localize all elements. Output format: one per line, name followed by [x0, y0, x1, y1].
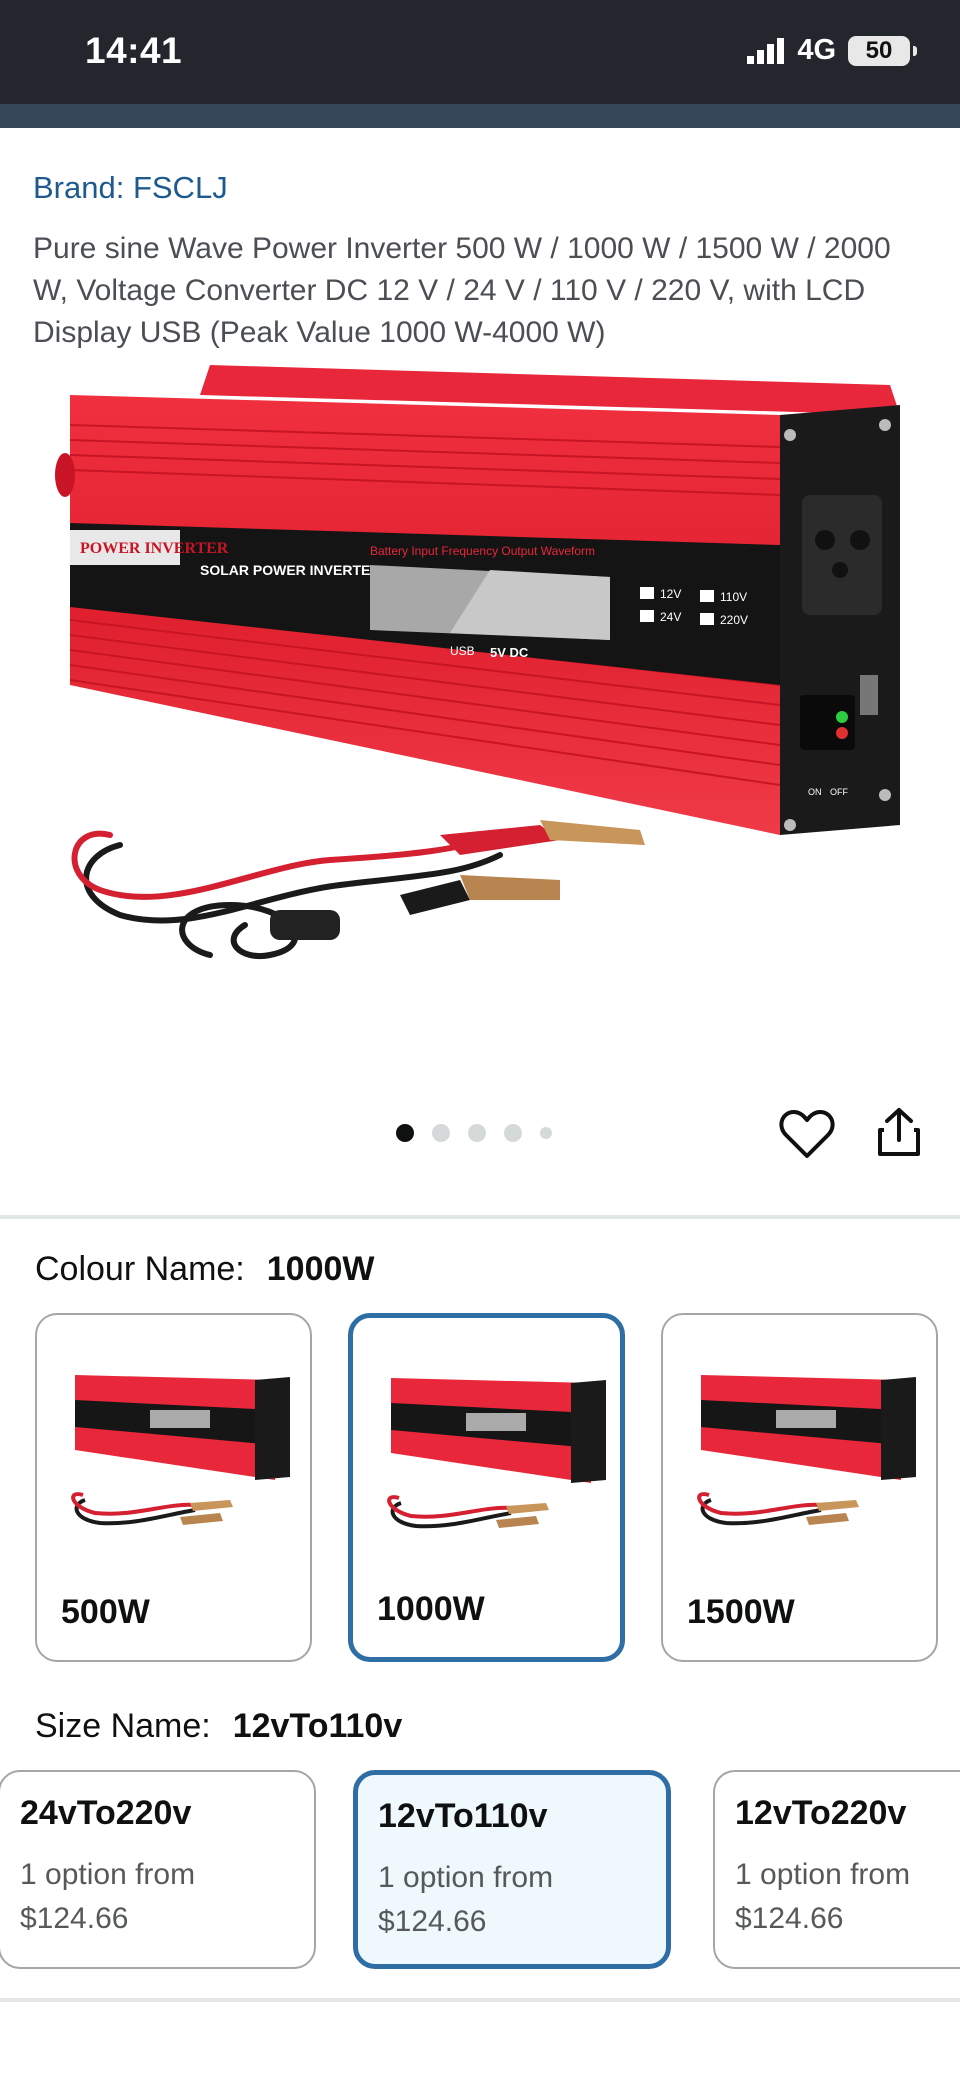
size-option-availability: 1 option from [20, 1858, 196, 1891]
gallery-dot[interactable] [540, 1127, 552, 1139]
gallery-dot[interactable] [432, 1124, 450, 1142]
size-option-name: 24vTo220v [20, 1794, 192, 1832]
size-option-availability: 1 option from [735, 1858, 911, 1891]
colour-name-value: 1000W [266, 1250, 375, 1288]
battery-level: 50 [865, 36, 893, 64]
status-time: 14:41 [85, 30, 183, 71]
on-text: ON [808, 787, 822, 797]
product-image[interactable]: POWER INVERTER SOLAR POWER INVERTER Batt… [40, 355, 920, 1035]
size-name-label: Size Name: [35, 1707, 211, 1745]
size-option-12vto220v[interactable]: 12vTo220v 1 option from $124.66 [713, 1770, 960, 1969]
size-name-value: 12vTo110v [232, 1707, 403, 1745]
status-indicators: 4G 50 [745, 34, 917, 67]
gallery-dot[interactable] [396, 1124, 414, 1142]
size-option-availability: 1 option from [378, 1861, 554, 1894]
network-label: 4G [797, 34, 836, 66]
display-caption: Battery Input Frequency Output Waveform [370, 544, 595, 558]
colour-name-label: Colour Name: [35, 1250, 245, 1288]
product-title: Pure sine Wave Power Inverter 500 W / 10… [33, 232, 891, 349]
swatch-thumbnail [387, 1378, 606, 1529]
v24-text: 24V [660, 610, 681, 624]
swatch-thumbnail [71, 1375, 290, 1526]
v220-text: 220V [720, 613, 748, 627]
colour-swatch-1500w[interactable]: 1500W [661, 1313, 938, 1662]
signal-icon [747, 37, 785, 64]
usb-text: USB [450, 644, 475, 658]
gallery-dot[interactable] [468, 1124, 486, 1142]
colour-swatch-1000w[interactable]: 1000W [348, 1313, 625, 1662]
off-text: OFF [830, 787, 848, 797]
swatch-thumbnail [697, 1375, 916, 1526]
size-option-24vto220v[interactable]: 24vTo220v 1 option from $124.66 [0, 1770, 316, 1969]
section-divider [0, 1215, 960, 1219]
gallery-dot[interactable] [504, 1124, 522, 1142]
usb-out-text: 5V DC [490, 645, 529, 660]
size-option-price: $124.66 [378, 1905, 487, 1938]
badge-text: POWER INVERTER [80, 540, 229, 557]
colour-name-row: Colour Name: 1000W [35, 1250, 374, 1289]
swatch-label: 1000W [377, 1590, 485, 1628]
size-option-name: 12vTo220v [735, 1794, 907, 1832]
v110-text: 110V [720, 590, 747, 604]
header-strip [0, 104, 960, 128]
size-name-row: Size Name: 12vTo110v [35, 1707, 402, 1746]
v12-text: 12V [660, 587, 681, 601]
model-text: SOLAR POWER INVERTER [200, 562, 380, 578]
status-bar: 14:41 4G 50 [0, 0, 960, 104]
colour-swatch-500w[interactable]: 500W [35, 1313, 312, 1662]
heart-icon[interactable] [779, 1108, 835, 1160]
share-icon[interactable] [876, 1106, 922, 1158]
size-option-12vto110v[interactable]: 12vTo110v 1 option from $124.66 [353, 1770, 671, 1969]
section-divider [0, 1998, 960, 2002]
size-option-name: 12vTo110v [378, 1797, 548, 1835]
battery-icon: 50 [848, 35, 917, 66]
swatch-label: 500W [61, 1593, 150, 1631]
swatch-label: 1500W [687, 1593, 795, 1631]
brand-link[interactable]: Brand: FSCLJ [33, 170, 228, 206]
size-option-price: $124.66 [20, 1902, 129, 1935]
size-option-price: $124.66 [735, 1902, 844, 1935]
gallery-dots[interactable] [396, 1124, 552, 1142]
